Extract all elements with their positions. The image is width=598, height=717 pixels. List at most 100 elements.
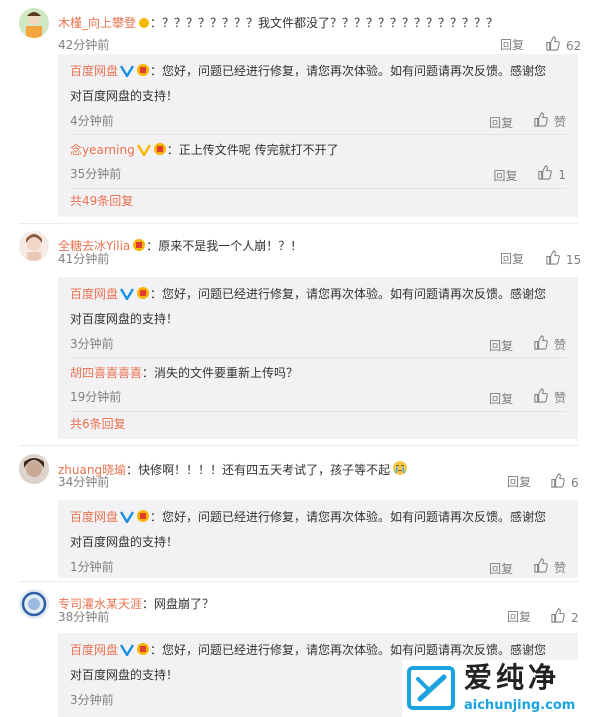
reply-time: 3分钟前 [70, 693, 114, 707]
thumbs-up-icon [545, 250, 560, 270]
watermark-brand: 爱纯净 [464, 661, 561, 694]
more-replies-link[interactable]: 共6条回复 [70, 415, 126, 433]
reply-button[interactable]: 回复 [507, 475, 531, 489]
reply-item: 胡四喜喜喜喜：消失的文件要重新上传吗？ 19分钟前 回复 赞 [70, 366, 566, 406]
watermark: 爱纯净 aichunjing.com [402, 660, 598, 717]
like-count: 赞 [553, 338, 566, 352]
badge-icon [136, 62, 150, 85]
reply-username[interactable]: 百度网盘 [70, 64, 118, 78]
like-button[interactable]: 62 [545, 36, 581, 56]
separator [19, 445, 579, 446]
reply-text-cont: 对百度网盘的支持！ [70, 535, 179, 549]
thumbs-up-icon [550, 608, 565, 628]
separator [19, 581, 579, 582]
username[interactable]: 木槿_向上攀登 [58, 16, 136, 30]
watermark-url: aichunjing.com [464, 698, 576, 713]
reply-text: 您好，问题已经进行修复，请您再次体验。如有问题请再次反馈。感谢您 [162, 64, 547, 78]
like-button[interactable]: 6 [550, 473, 579, 493]
like-count: 15 [566, 253, 582, 267]
comment-text: 快修啊！！！！还有四五天考试了，孩子等不起 [138, 463, 391, 477]
reply-button[interactable]: 回复 [489, 116, 513, 130]
comment-time: 34分钟前 [58, 475, 110, 489]
verified-v-icon [119, 641, 135, 664]
like-count: 赞 [553, 391, 566, 405]
avatar[interactable] [19, 8, 49, 38]
watermark-logo-icon [406, 665, 458, 713]
reply-text: 消失的文件要重新上传吗？ [154, 366, 299, 380]
reply-username[interactable]: 百度网盘 [70, 287, 118, 301]
divider [70, 188, 566, 189]
avatar[interactable] [19, 454, 49, 484]
like-count: 赞 [553, 561, 566, 575]
reply-button[interactable]: 回复 [494, 169, 518, 183]
like-button[interactable]: 赞 [533, 388, 566, 408]
like-button[interactable]: 2 [550, 608, 579, 628]
avatar[interactable] [19, 231, 49, 261]
reply-time: 3分钟前 [70, 337, 114, 351]
like-button[interactable]: 15 [545, 250, 581, 270]
reply-text-cont: 对百度网盘的支持！ [70, 668, 179, 682]
thumbs-up-icon [533, 335, 548, 355]
reply-button[interactable]: 回复 [500, 38, 524, 52]
like-button[interactable]: 赞 [533, 335, 566, 355]
comment-text: 原来不是我一个人崩！？！ [158, 239, 303, 253]
like-count: 6 [571, 476, 579, 490]
reply-item: 念yearning ：正上传文件呢 传完就打不开了 35分钟前 回复 1 [70, 141, 566, 183]
reply-username[interactable]: 念yearning [70, 143, 135, 157]
comment-text: 网盘崩了？ [154, 597, 215, 611]
thumbs-up-icon [533, 388, 548, 408]
reply-text: 您好，问题已经进行修复，请您再次体验。如有问题请再次反馈。感谢您 [162, 287, 547, 301]
reply-username[interactable]: 百度网盘 [70, 643, 118, 657]
divider [70, 134, 566, 135]
verified-v-icon [119, 508, 135, 531]
like-count: 1 [558, 168, 566, 182]
reply-item: 百度网盘 ：您好，问题已经进行修复，请您再次体验。如有问题请再次反馈。感谢您 对百度… [70, 508, 566, 576]
separator [19, 223, 579, 224]
badge-icon [136, 508, 150, 531]
reply-button[interactable]: 回复 [500, 252, 524, 266]
avatar[interactable] [19, 589, 49, 619]
reply-button[interactable]: 回复 [489, 392, 513, 406]
reply-button[interactable]: 回复 [489, 339, 513, 353]
verified-v-icon [136, 141, 151, 164]
reply-button[interactable]: 回复 [489, 562, 513, 576]
reply-box: 百度网盘 ：您好，问题已经进行修复，请您再次体验。如有问题请再次反馈。感谢您 对百度… [58, 500, 578, 578]
thumbs-up-icon [533, 558, 548, 578]
reply-time: 1分钟前 [70, 560, 114, 574]
more-replies-link[interactable]: 共49条回复 [70, 192, 133, 210]
comment-text-line: zhuang晓瑜：快修啊！！！！还有四五天考试了，孩子等不起 [58, 460, 408, 481]
badge-icon [136, 641, 150, 664]
like-button[interactable]: 1 [537, 165, 566, 185]
thumbs-up-icon [545, 36, 560, 56]
divider [70, 357, 566, 358]
like-count: 62 [566, 39, 582, 53]
like-count: 2 [571, 611, 579, 625]
like-button[interactable]: 赞 [533, 558, 566, 578]
reply-text: 您好，问题已经进行修复，请您再次体验。如有问题请再次反馈。感谢您 [162, 643, 547, 657]
reply-username[interactable]: 百度网盘 [70, 510, 118, 524]
comment-time: 41分钟前 [58, 252, 110, 266]
reply-item: 百度网盘 ：您好，问题已经进行修复，请您再次体验。如有问题请再次反馈。感谢您 对百度… [70, 62, 566, 130]
badge-icon [132, 238, 146, 257]
comment-text: ？？？？？？？？我文件都没了？？？？？？？？？？？？？？ [162, 16, 499, 30]
reply-text-cont: 对百度网盘的支持！ [70, 89, 179, 103]
badge-icon [153, 141, 167, 164]
badge-icon [136, 285, 150, 308]
reply-item: 百度网盘 ：您好，问题已经进行修复，请您再次体验。如有问题请再次反馈。感谢您 对百度… [70, 285, 566, 353]
like-count: 赞 [553, 115, 566, 129]
reply-time: 4分钟前 [70, 114, 114, 128]
thumbs-up-icon [537, 165, 553, 185]
reply-text-cont: 对百度网盘的支持！ [70, 312, 179, 326]
reply-box: 百度网盘 ：您好，问题已经进行修复，请您再次体验。如有问题请再次反馈。感谢您 对百度… [58, 54, 578, 217]
thumbs-up-icon [550, 473, 565, 493]
like-button[interactable]: 赞 [533, 112, 566, 132]
reply-time: 19分钟前 [70, 390, 122, 404]
reply-time: 35分钟前 [70, 167, 122, 181]
reply-button[interactable]: 回复 [507, 610, 531, 624]
comment-time: 42分钟前 [58, 38, 110, 52]
reply-username[interactable]: 胡四喜喜喜喜 [70, 366, 142, 380]
divider [70, 411, 566, 412]
reply-text: 您好，问题已经进行修复，请您再次体验。如有问题请再次反馈。感谢您 [162, 510, 547, 524]
badge-icon [138, 16, 150, 34]
reply-text: 正上传文件呢 传完就打不开了 [178, 143, 339, 157]
